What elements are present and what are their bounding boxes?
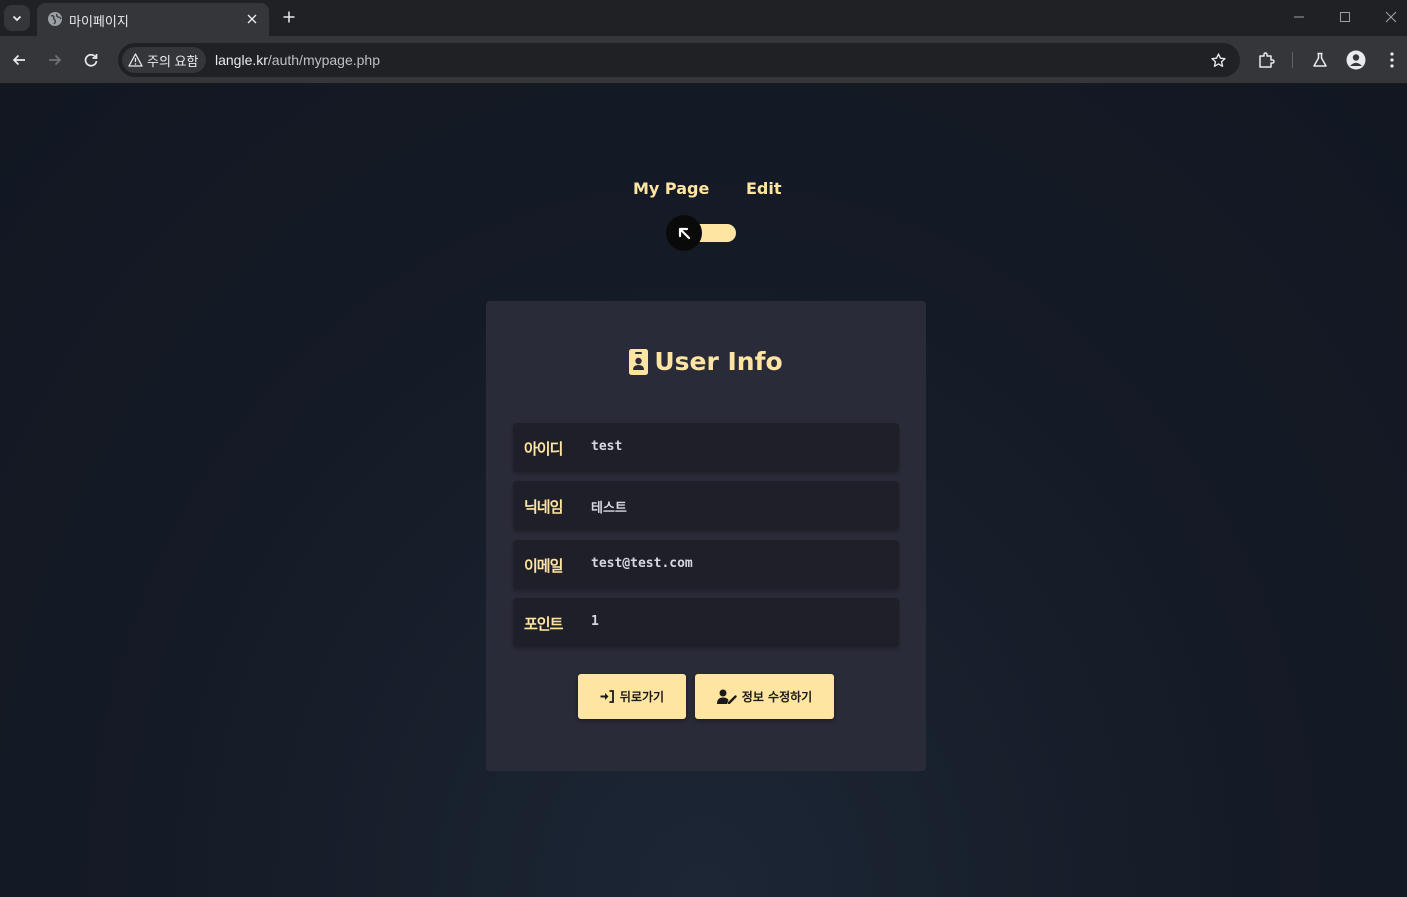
mode-label-mypage[interactable]: My Page xyxy=(633,179,709,198)
info-row-email: 이메일 test@test.com xyxy=(513,540,899,589)
info-value: 테스트 xyxy=(591,501,627,516)
extensions-button[interactable] xyxy=(1255,49,1277,71)
card-title-text: User Info xyxy=(654,347,783,376)
url-text: langle.kr/auth/mypage.php xyxy=(215,52,380,68)
security-chip[interactable]: 주의 요함 xyxy=(122,47,207,73)
url-path: /auth/mypage.php xyxy=(267,52,381,68)
mode-toggle-knob[interactable] xyxy=(666,215,702,251)
chevron-down-icon xyxy=(12,15,22,22)
close-window-button[interactable] xyxy=(1376,6,1406,28)
mode-label-edit[interactable]: Edit xyxy=(746,179,782,198)
close-icon xyxy=(247,14,257,24)
maximize-icon xyxy=(1340,12,1350,22)
minimize-button[interactable] xyxy=(1284,6,1314,28)
info-row-nickname: 닉네임 테스트 xyxy=(513,481,899,530)
back-button-label: 뒤로가기 xyxy=(619,690,665,704)
toolbar-divider xyxy=(1292,52,1293,68)
sign-in-icon xyxy=(600,690,614,703)
tab-close-button[interactable] xyxy=(243,10,261,28)
arrow-left-icon xyxy=(12,54,25,66)
card-title: User Info xyxy=(486,347,926,376)
address-bar[interactable]: 주의 요함 langle.kr/auth/mypage.php xyxy=(118,43,1240,77)
id-badge-icon xyxy=(629,348,649,375)
info-value: test xyxy=(591,439,623,454)
user-info-card: User Info 아이디 test 닉네임 테스트 이메일 test@test… xyxy=(486,301,926,771)
reload-icon xyxy=(84,53,98,67)
browser-tab[interactable]: 마이페이지 xyxy=(37,3,269,36)
info-row-points: 포인트 1 xyxy=(513,598,899,647)
arrow-up-left-icon xyxy=(678,227,691,240)
profile-button[interactable] xyxy=(1345,49,1367,71)
forward-button[interactable] xyxy=(41,46,69,74)
kebab-menu-icon xyxy=(1390,52,1394,68)
tab-title: 마이페이지 xyxy=(69,14,129,29)
reload-button[interactable] xyxy=(77,46,105,74)
puzzle-icon xyxy=(1259,52,1275,68)
info-label: 닉네임 xyxy=(524,498,563,516)
info-value: 1 xyxy=(591,614,599,629)
new-tab-button[interactable] xyxy=(278,6,300,28)
tab-search-button[interactable] xyxy=(4,5,30,31)
globe-icon xyxy=(48,12,62,26)
back-link-button[interactable]: 뒤로가기 xyxy=(578,674,686,719)
security-label: 주의 요함 xyxy=(147,53,199,69)
tab-strip: 마이페이지 xyxy=(0,0,1407,36)
info-label: 이메일 xyxy=(524,557,563,575)
info-value: test@test.com xyxy=(591,556,693,571)
labs-button[interactable] xyxy=(1309,49,1331,71)
info-label: 아이디 xyxy=(524,440,563,458)
info-label: 포인트 xyxy=(524,615,563,633)
maximize-button[interactable] xyxy=(1330,6,1360,28)
avatar-icon xyxy=(1346,50,1366,70)
info-row-id: 아이디 test xyxy=(513,423,899,472)
url-host: langle.kr xyxy=(215,52,268,68)
user-pen-icon xyxy=(716,689,737,704)
bookmark-button[interactable] xyxy=(1208,50,1228,70)
star-icon xyxy=(1210,52,1226,67)
mode-switch-labels: My Page Edit xyxy=(0,179,1407,203)
minimize-icon xyxy=(1294,16,1304,18)
page-content: My Page Edit User Info 아이디 test 닉네임 테스트 … xyxy=(0,84,1407,897)
browser-toolbar: 주의 요함 langle.kr/auth/mypage.php xyxy=(0,36,1407,84)
plus-icon xyxy=(283,11,295,23)
close-icon xyxy=(1385,11,1397,23)
arrow-right-icon xyxy=(49,54,62,66)
flask-icon xyxy=(1313,52,1327,67)
edit-info-button[interactable]: 정보 수정하기 xyxy=(695,674,834,719)
back-button[interactable] xyxy=(5,46,33,74)
menu-button[interactable] xyxy=(1381,49,1403,71)
edit-button-label: 정보 수정하기 xyxy=(741,690,813,704)
warning-icon xyxy=(128,53,143,67)
